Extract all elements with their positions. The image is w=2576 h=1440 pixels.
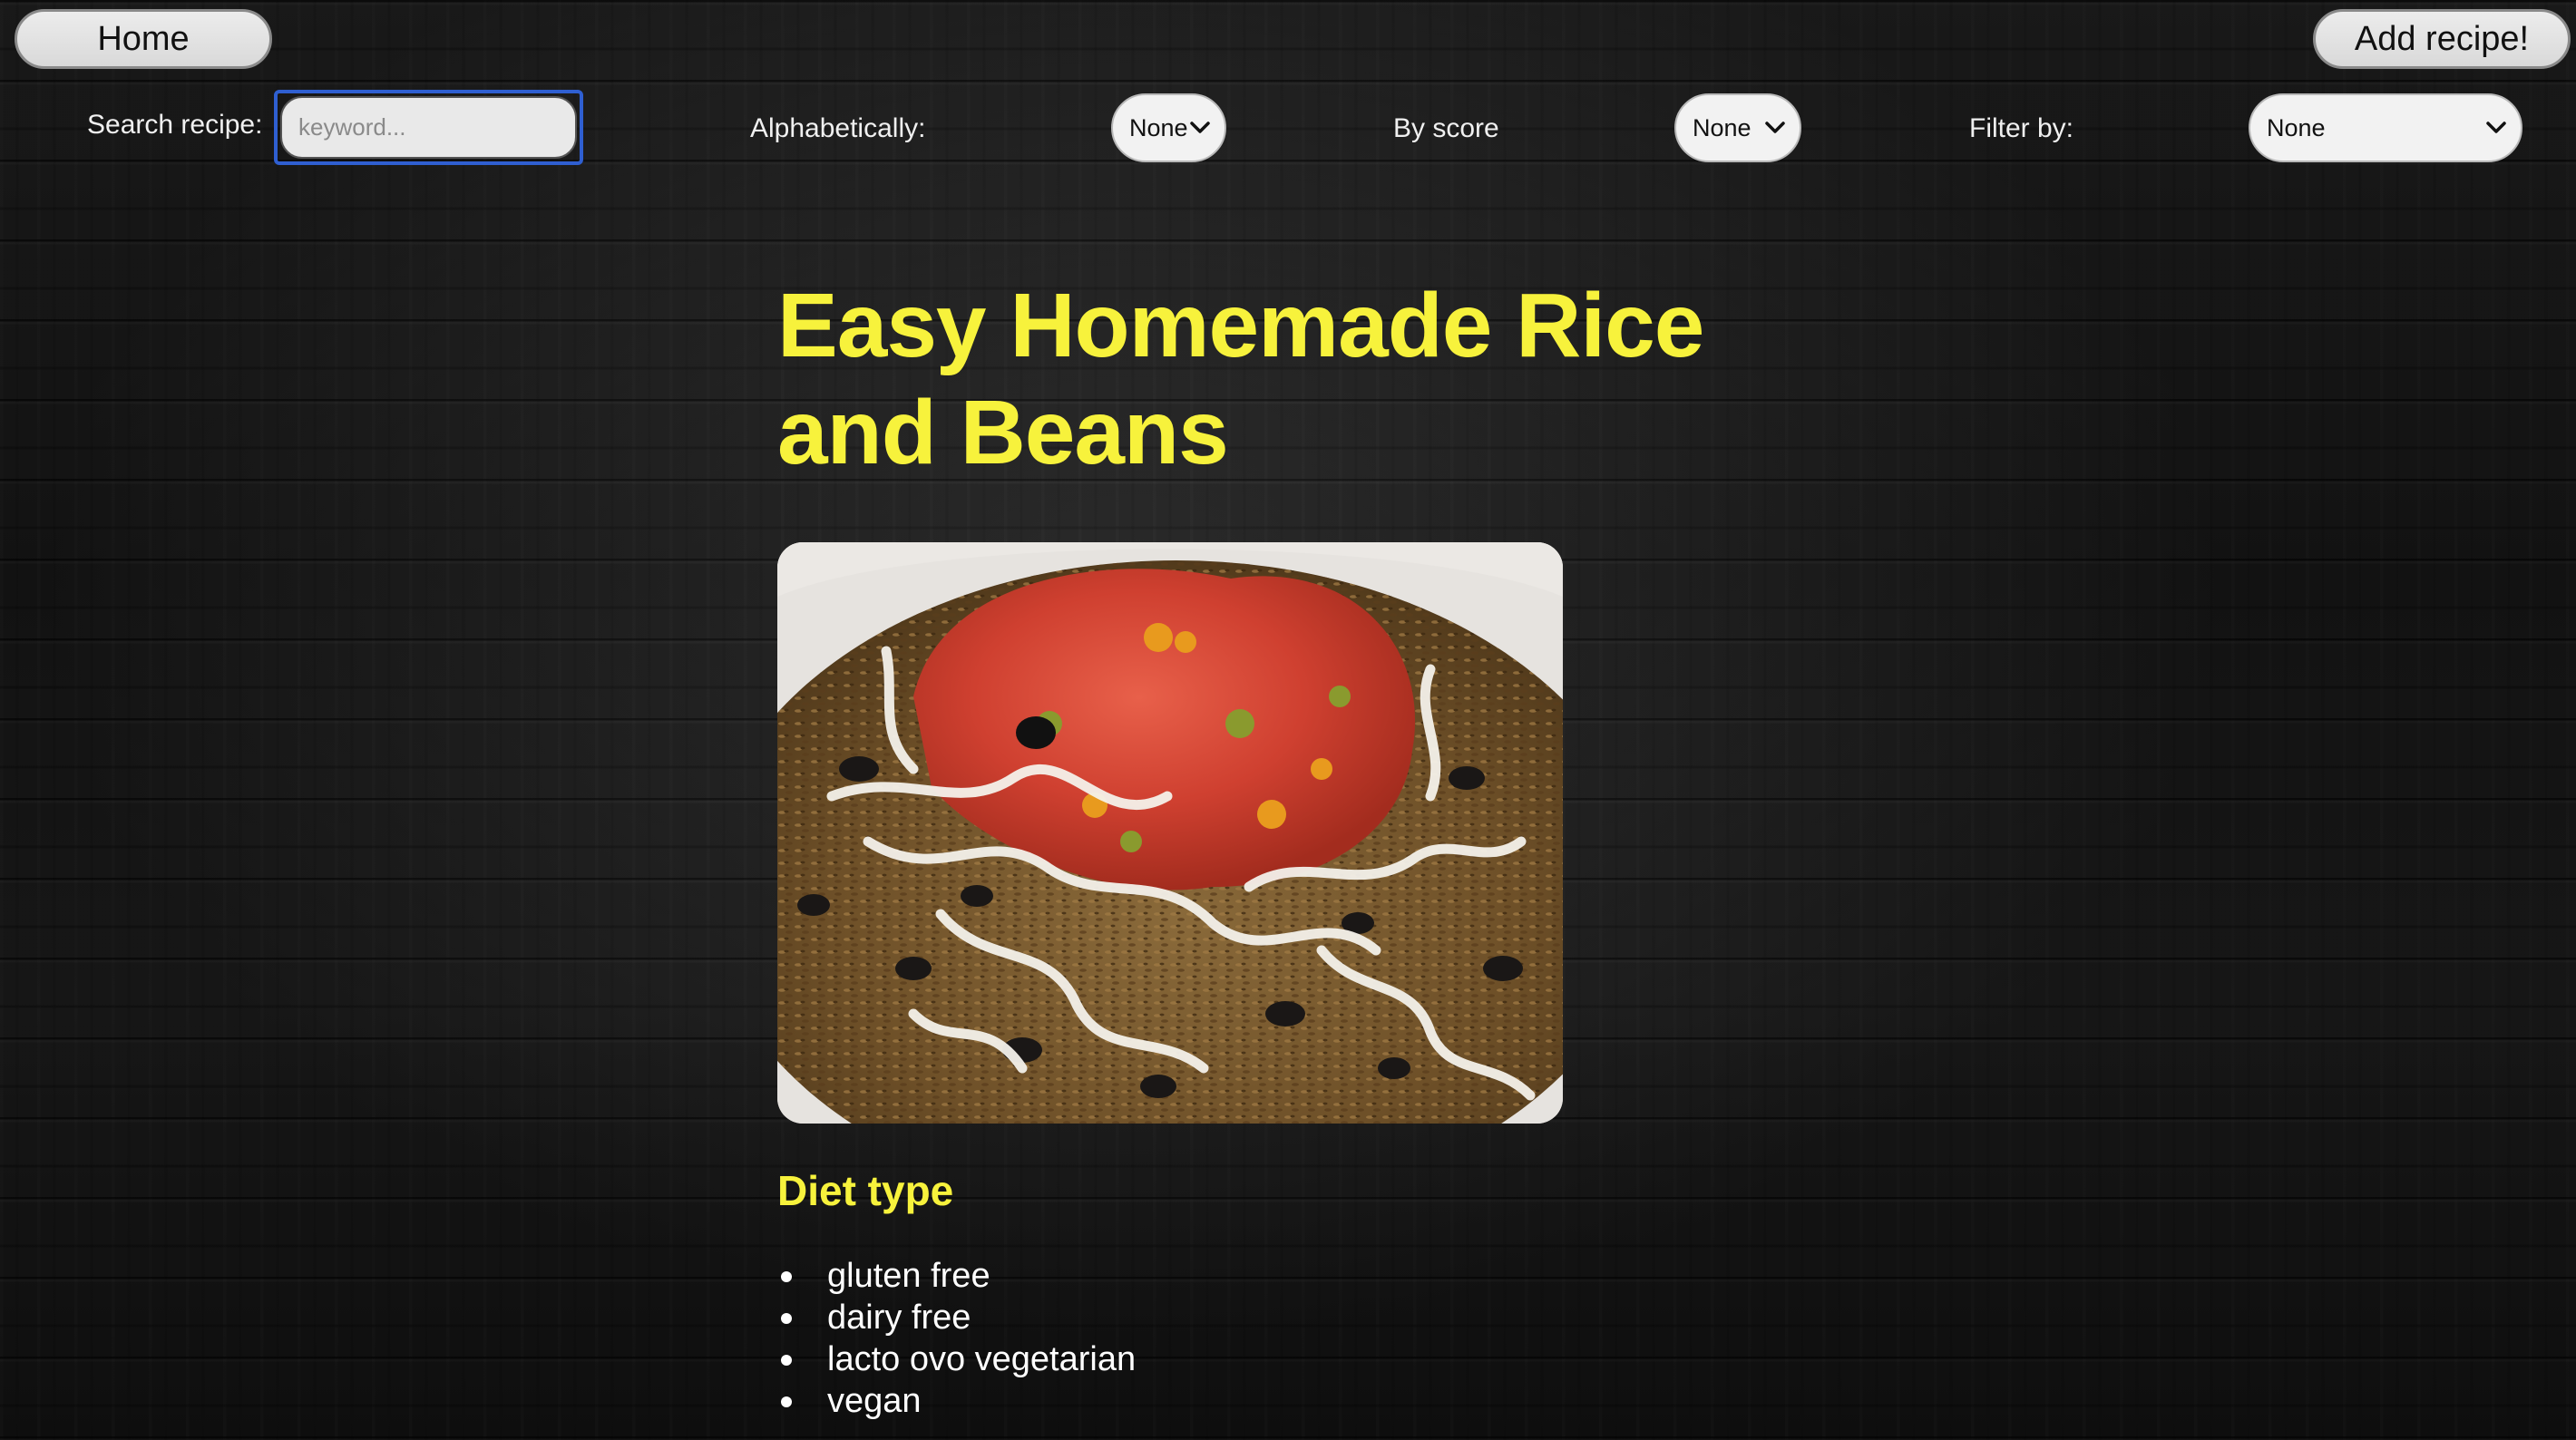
diet-type-label: gluten free xyxy=(827,1257,990,1295)
bullet-icon xyxy=(781,1355,792,1366)
score-sort-select[interactable]: None xyxy=(1674,93,1801,162)
recipe-image xyxy=(777,542,1563,1124)
home-button[interactable]: Home xyxy=(15,9,272,69)
diet-type-label: dairy free xyxy=(827,1299,971,1337)
chevron-down-icon xyxy=(1765,95,1785,159)
add-recipe-button[interactable]: Add recipe! xyxy=(2313,9,2571,69)
score-sort-value: None xyxy=(1693,114,1751,141)
diet-type-list: gluten free dairy free lacto ovo vegetar… xyxy=(777,1255,1136,1422)
chevron-down-icon xyxy=(2486,95,2506,159)
chevron-down-icon xyxy=(1190,95,1210,159)
diet-type-label: vegan xyxy=(827,1382,922,1420)
search-label: Search recipe: xyxy=(87,110,263,140)
bullet-icon xyxy=(781,1313,792,1324)
list-item: dairy free xyxy=(777,1297,1136,1338)
filter-label: Filter by: xyxy=(1969,113,2074,143)
filter-value: None xyxy=(2267,114,2326,141)
bullet-icon xyxy=(781,1271,792,1282)
diet-type-heading: Diet type xyxy=(777,1167,954,1214)
search-input[interactable] xyxy=(280,96,577,159)
score-sort-label: By score xyxy=(1393,113,1499,143)
alphabetical-sort-value: None xyxy=(1129,114,1188,141)
search-focus-ring xyxy=(274,90,583,165)
list-item: vegan xyxy=(777,1380,1136,1422)
list-item: gluten free xyxy=(777,1255,1136,1297)
bullet-icon xyxy=(781,1396,792,1407)
recipe-title: Easy Homemade Rice and Beans xyxy=(777,275,1704,483)
list-item: lacto ovo vegetarian xyxy=(777,1338,1136,1380)
diet-type-label: lacto ovo vegetarian xyxy=(827,1340,1137,1378)
filter-select[interactable]: None xyxy=(2249,93,2522,162)
alphabetical-sort-label: Alphabetically: xyxy=(750,113,926,143)
alphabetical-sort-select[interactable]: None xyxy=(1111,93,1226,162)
